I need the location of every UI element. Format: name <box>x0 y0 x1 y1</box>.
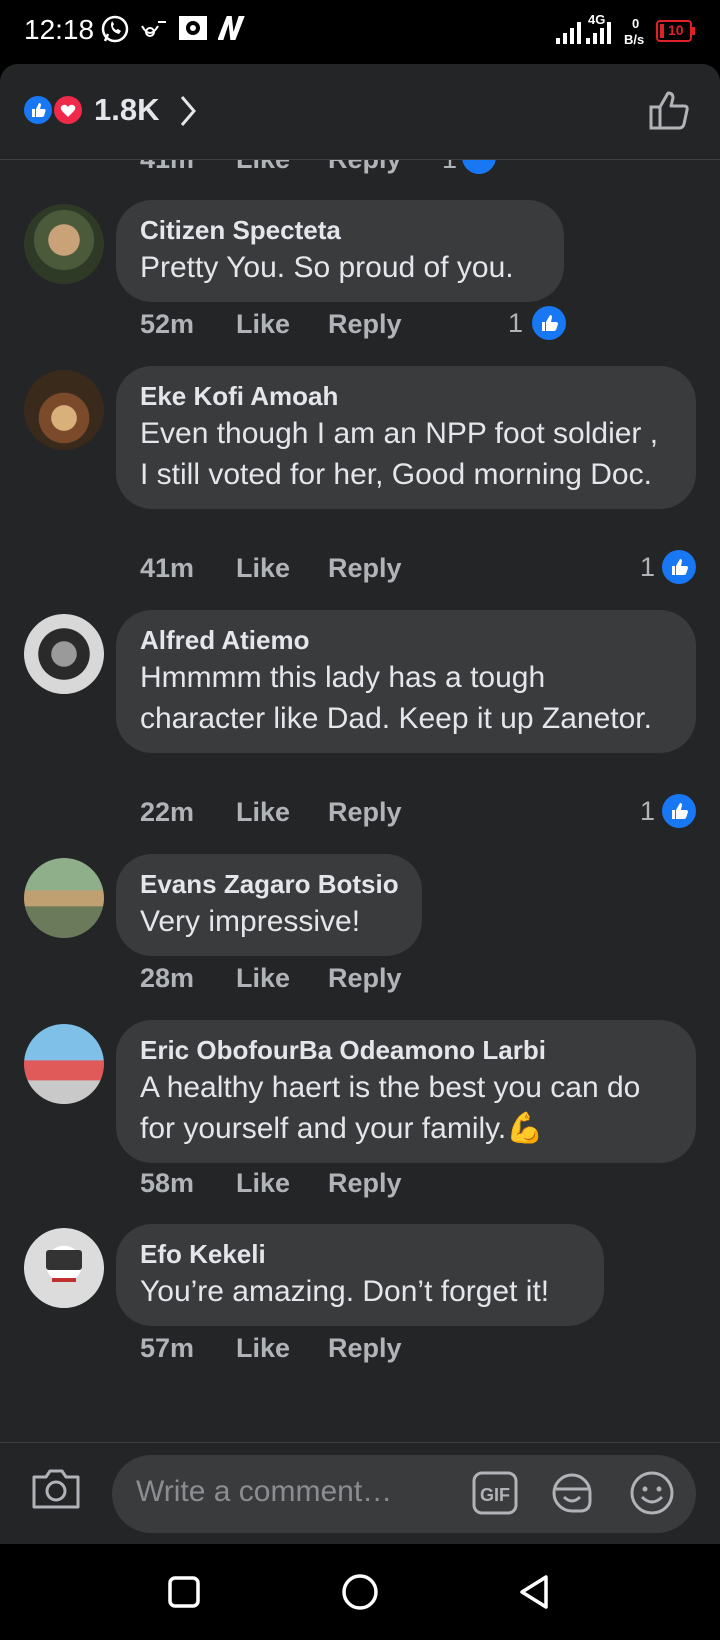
reply-link[interactable]: Reply <box>328 1168 402 1199</box>
nav-back-icon[interactable] <box>516 1572 552 1617</box>
avatar[interactable] <box>24 204 104 284</box>
avatar[interactable] <box>24 1228 104 1308</box>
like-link[interactable]: Like <box>236 797 290 828</box>
comment-text: Even though I am an NPP foot soldier , I… <box>140 417 659 491</box>
comment-actions: 22m Like Reply <box>140 797 720 831</box>
gif-label: GIF <box>480 1485 510 1505</box>
netflix-icon <box>217 14 248 47</box>
comment-text: You’re amazing. Don’t forget it! <box>140 1275 550 1308</box>
reply-link[interactable]: Reply <box>328 963 402 994</box>
comment-bubble[interactable]: Eke Kofi Amoah Even though I am an NPP f… <box>116 366 696 509</box>
comment-actions: 41m Like Reply <box>140 553 720 587</box>
comment-text: Hmmmm this lady has a tough character li… <box>140 661 652 735</box>
reply-link[interactable]: Reply <box>328 309 402 340</box>
network-type: 4G <box>588 12 606 27</box>
sticker-icon[interactable] <box>548 1469 596 1522</box>
thumbs-up-outline-icon[interactable] <box>648 88 692 137</box>
like-count: 1 <box>640 552 656 582</box>
like-badge-icon <box>662 794 696 828</box>
comment-time: 41m <box>140 553 195 583</box>
avatar[interactable] <box>24 1024 104 1104</box>
reactions-header: 1.8K <box>0 64 720 160</box>
comment-text: Pretty You. So proud of you. <box>140 251 514 284</box>
comment-time: 52m <box>140 309 195 339</box>
comment-bubble[interactable]: Alfred Atiemo Hmmmm this lady has a toug… <box>116 610 696 753</box>
comment-actions: 52m Like Reply <box>140 309 720 343</box>
comment-time: 57m <box>140 1333 195 1363</box>
nav-recents-icon[interactable] <box>166 1574 202 1615</box>
like-link[interactable]: Like <box>236 963 290 994</box>
flexed-biceps-emoji: 💪 <box>506 1112 544 1145</box>
comment-time: 22m <box>140 797 195 827</box>
app-icon <box>178 14 208 47</box>
status-bar: 12:18 4G 0 B/s 10 <box>0 0 720 64</box>
antenna-icon <box>138 18 170 47</box>
comment-actions: 28m Like Reply <box>140 963 720 997</box>
comment-author[interactable]: Eke Kofi Amoah <box>140 379 672 413</box>
like-link[interactable]: Like <box>236 309 290 340</box>
comment-author[interactable]: Citizen Specteta <box>140 213 540 247</box>
love-reaction-icon <box>52 94 84 126</box>
reply-link[interactable]: Reply <box>328 797 402 828</box>
comment-bubble[interactable]: Evans Zagaro Botsio Very impressive! <box>116 854 422 956</box>
avatar[interactable] <box>24 614 104 694</box>
comments-sheet: 1.8K 41m Like Reply 1 Citizen Specteta P… <box>0 64 720 1544</box>
like-link[interactable]: Like <box>236 1168 290 1199</box>
data-rate-unit: B/s <box>624 32 645 47</box>
comment-author[interactable]: Efo Kekeli <box>140 1237 580 1271</box>
battery-level: 10 <box>668 22 684 38</box>
comment-author[interactable]: Alfred Atiemo <box>140 623 672 657</box>
whatsapp-icon <box>100 14 130 49</box>
like-link[interactable]: Like <box>236 1333 290 1364</box>
nav-home-icon[interactable] <box>340 1572 380 1617</box>
comment-text-body: A healthy haert is the best you can do f… <box>140 1071 641 1145</box>
avatar[interactable] <box>24 858 104 938</box>
comment-bubble[interactable]: Citizen Specteta Pretty You. So proud of… <box>116 200 564 302</box>
reply-link[interactable]: Reply <box>328 553 402 584</box>
comment-text: A healthy haert is the best you can do f… <box>140 1067 672 1149</box>
like-reaction-icon <box>22 94 54 126</box>
emoji-icon[interactable] <box>628 1469 676 1522</box>
like-badge-icon <box>662 550 696 584</box>
status-time: 12:18 <box>24 14 95 45</box>
comment-composer: Write a comment… GIF <box>0 1442 720 1544</box>
comment-time: 58m <box>140 1168 195 1198</box>
comment-actions: 58m Like Reply <box>140 1168 720 1202</box>
avatar[interactable] <box>24 370 104 450</box>
system-nav-bar <box>0 1544 720 1640</box>
comment-input-placeholder: Write a comment… <box>136 1475 393 1508</box>
comment-bubble[interactable]: Efo Kekeli You’re amazing. Don’t forget … <box>116 1224 604 1326</box>
comment-bubble[interactable]: Eric ObofourBa Odeamono Larbi A healthy … <box>116 1020 696 1163</box>
like-badge-icon <box>532 306 566 340</box>
reaction-count: 1.8K <box>94 92 160 127</box>
like-count: 1 <box>640 796 656 826</box>
comment-actions: 57m Like Reply <box>140 1333 720 1367</box>
comment-text: Very impressive! <box>140 905 361 938</box>
data-rate-value: 0 <box>632 16 640 31</box>
comment-author[interactable]: Eric ObofourBa Odeamono Larbi <box>140 1033 672 1067</box>
comment-input[interactable]: Write a comment… GIF <box>112 1455 696 1533</box>
chevron-right-icon <box>178 94 198 133</box>
comment-author[interactable]: Evans Zagaro Botsio <box>140 867 399 901</box>
like-count: 1 <box>508 308 524 338</box>
camera-icon[interactable] <box>30 1465 82 1516</box>
comment-time: 28m <box>140 963 195 993</box>
gif-icon[interactable]: GIF <box>472 1471 518 1520</box>
reply-link[interactable]: Reply <box>328 1333 402 1364</box>
like-link[interactable]: Like <box>236 553 290 584</box>
